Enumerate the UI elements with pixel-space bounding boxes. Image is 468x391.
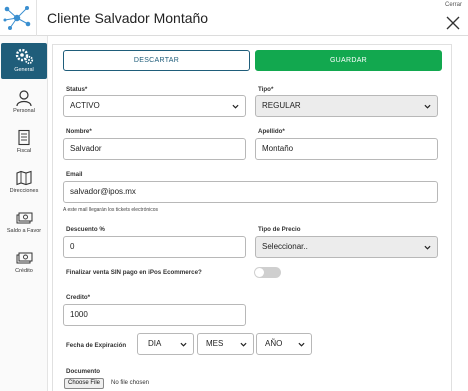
toggle-knob [255, 268, 264, 277]
dia-select[interactable]: DIA [137, 333, 194, 355]
anio-select[interactable]: AÑO [256, 333, 312, 355]
sidebar-item-fiscal[interactable]: Fiscal [1, 126, 47, 162]
chevron-down-icon [424, 245, 431, 250]
venta-sin-pago-label: Finalizar venta SIN pago en iPos Ecommer… [66, 269, 202, 276]
close-label: Cerrar [444, 2, 462, 8]
file-status-text: No file chosen [111, 380, 150, 386]
tipo-precio-label: Tipo de Precio [258, 226, 301, 233]
nombre-input[interactable]: Salvador [63, 138, 246, 160]
dia-value: DIA [148, 339, 162, 348]
sidebar-item-general[interactable]: General [1, 43, 47, 79]
sidebar: General Personal Fiscal Direcciones Sald… [0, 36, 48, 391]
tipo-precio-select[interactable]: Seleccionar.. [255, 236, 438, 258]
mes-value: MES [206, 339, 224, 348]
discard-button[interactable]: DESCARTAR [63, 50, 250, 71]
header-divider [36, 0, 37, 36]
documento-label: Documento [66, 368, 101, 375]
email-hint: A este mail llegarán los tickets electró… [63, 207, 159, 213]
venta-sin-pago-toggle[interactable] [254, 267, 281, 278]
nombre-label: Nombre* [66, 128, 92, 135]
mes-select[interactable]: MES [197, 333, 254, 355]
anio-value: AÑO [265, 339, 283, 348]
sidebar-item-personal[interactable]: Personal [1, 86, 47, 122]
status-label: Status* [66, 86, 88, 93]
sidebar-item-saldo-a-favor[interactable]: Saldo a Favor [1, 206, 47, 242]
fecha-expiracion-label: Fecha de Expiración [66, 342, 127, 349]
chevron-down-icon [180, 342, 187, 347]
sidebar-item-label: General [14, 67, 34, 73]
money-icon [16, 252, 33, 264]
page-title: Cliente Salvador Montaño [47, 10, 209, 26]
credito-label: Credito* [66, 294, 91, 301]
sidebar-item-credito[interactable]: Crédito [1, 246, 47, 282]
status-select[interactable]: ACTIVO [63, 95, 246, 117]
close-icon[interactable] [446, 16, 460, 30]
tipo-label: Tipo* [258, 86, 274, 93]
chevron-down-icon [232, 104, 239, 109]
chevron-down-icon [424, 104, 431, 109]
tipo-value: REGULAR [262, 101, 301, 110]
money-icon [16, 212, 33, 224]
email-input[interactable]: salvador@ipos.mx [63, 181, 438, 203]
email-label: Email [66, 171, 83, 178]
apellido-input[interactable]: Montaño [255, 138, 438, 160]
choose-file-button[interactable]: Choose File [64, 378, 105, 389]
map-icon [16, 170, 32, 186]
sidebar-item-direcciones[interactable]: Direcciones [1, 166, 47, 202]
document-icon [18, 129, 30, 146]
save-button[interactable]: GUARDAR [255, 50, 442, 71]
credito-input[interactable]: 1000 [63, 304, 246, 326]
chevron-down-icon [240, 342, 247, 347]
sidebar-item-label: Crédito [15, 268, 33, 274]
app-header: Cliente Salvador Montaño Cerrar [0, 0, 468, 36]
tipo-select[interactable]: REGULAR [255, 95, 438, 117]
person-icon [16, 90, 32, 107]
apellido-label: Apellido* [258, 128, 285, 135]
sidebar-item-label: Personal [13, 108, 35, 114]
sidebar-item-label: Fiscal [16, 148, 32, 154]
sidebar-item-label: Saldo a Favor [6, 228, 42, 234]
descuento-input[interactable]: 0 [63, 236, 246, 258]
tipo-precio-value: Seleccionar.. [262, 242, 308, 251]
descuento-label: Descuento % [66, 226, 105, 233]
gears-icon [15, 48, 34, 65]
app-logo-icon [3, 6, 31, 30]
sidebar-item-label: Direcciones [9, 188, 39, 194]
status-value: ACTIVO [70, 101, 100, 110]
chevron-down-icon [298, 342, 305, 347]
